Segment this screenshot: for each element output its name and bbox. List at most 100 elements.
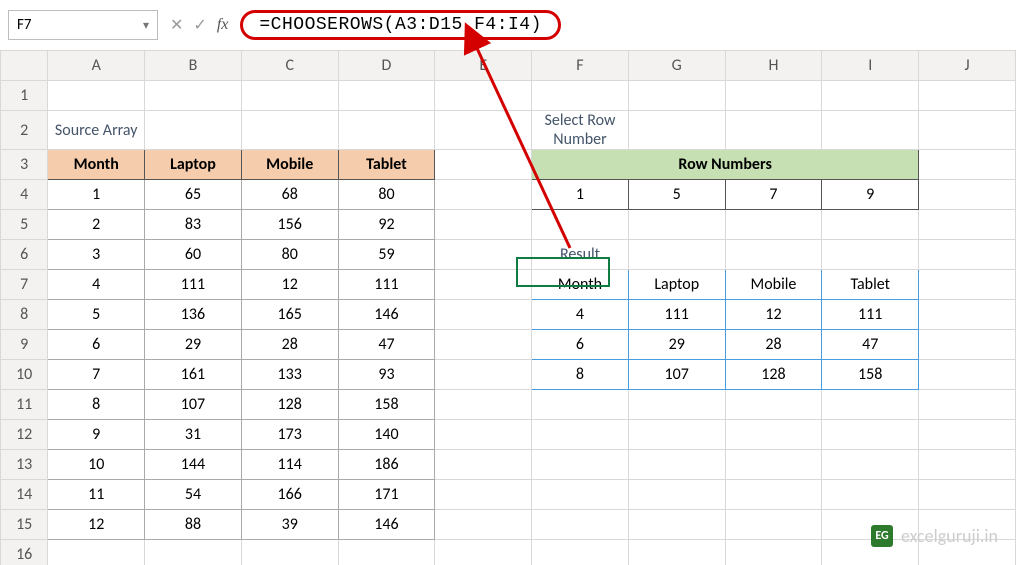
cell[interactable]: 29 bbox=[628, 330, 725, 360]
cell[interactable]: 39 bbox=[241, 510, 338, 540]
cell[interactable]: 11 bbox=[48, 480, 145, 510]
cell[interactable] bbox=[435, 180, 532, 210]
cell[interactable] bbox=[435, 450, 532, 480]
cell[interactable] bbox=[435, 540, 532, 565]
cell[interactable] bbox=[725, 480, 822, 510]
cell[interactable]: 156 bbox=[241, 210, 338, 240]
cell[interactable] bbox=[532, 450, 629, 480]
cell[interactable] bbox=[532, 210, 629, 240]
row-header[interactable]: 9 bbox=[1, 330, 48, 360]
cell[interactable] bbox=[725, 81, 822, 111]
cell[interactable]: 173 bbox=[241, 420, 338, 450]
cell[interactable]: 47 bbox=[338, 330, 435, 360]
cell[interactable] bbox=[628, 510, 725, 540]
cell[interactable]: 10 bbox=[48, 450, 145, 480]
cell[interactable]: 28 bbox=[241, 330, 338, 360]
cell[interactable] bbox=[48, 81, 145, 111]
row-header[interactable]: 8 bbox=[1, 300, 48, 330]
cell[interactable] bbox=[919, 480, 1016, 510]
cell[interactable] bbox=[338, 81, 435, 111]
cell[interactable] bbox=[532, 81, 629, 111]
cell[interactable] bbox=[628, 111, 725, 150]
cell[interactable] bbox=[725, 240, 822, 270]
cell[interactable]: 12 bbox=[48, 510, 145, 540]
cell[interactable]: 158 bbox=[338, 390, 435, 420]
chevron-down-icon[interactable]: ▾ bbox=[143, 18, 149, 33]
cell[interactable] bbox=[532, 480, 629, 510]
cell[interactable]: 80 bbox=[338, 180, 435, 210]
cell[interactable] bbox=[435, 420, 532, 450]
cell[interactable]: 7 bbox=[725, 180, 822, 210]
cell[interactable]: 186 bbox=[338, 450, 435, 480]
cell[interactable] bbox=[435, 510, 532, 540]
cell[interactable]: 4 bbox=[532, 300, 629, 330]
row-header[interactable]: 15 bbox=[1, 510, 48, 540]
cell[interactable]: 133 bbox=[241, 360, 338, 390]
formula-input[interactable]: =CHOOSEROWS(A3:D15,F4:I4) bbox=[240, 10, 561, 40]
cell[interactable] bbox=[822, 210, 919, 240]
accept-icon[interactable]: ✓ bbox=[193, 15, 206, 35]
cell[interactable] bbox=[628, 450, 725, 480]
col-header[interactable]: J bbox=[919, 51, 1016, 81]
cell[interactable]: 6 bbox=[48, 330, 145, 360]
cell[interactable]: 29 bbox=[145, 330, 242, 360]
row-header[interactable]: 4 bbox=[1, 180, 48, 210]
col-header[interactable]: D bbox=[338, 51, 435, 81]
cell[interactable]: 83 bbox=[145, 210, 242, 240]
cell[interactable] bbox=[628, 480, 725, 510]
cell[interactable]: 28 bbox=[725, 330, 822, 360]
cell[interactable]: 107 bbox=[628, 360, 725, 390]
cell[interactable]: 9 bbox=[48, 420, 145, 450]
cell[interactable]: 165 bbox=[241, 300, 338, 330]
cell[interactable]: 136 bbox=[145, 300, 242, 330]
cell[interactable]: 65 bbox=[145, 180, 242, 210]
cell[interactable] bbox=[919, 420, 1016, 450]
cell[interactable]: Result bbox=[532, 240, 629, 270]
col-header[interactable]: A bbox=[48, 51, 145, 81]
row-numbers-header[interactable]: Row Numbers bbox=[532, 150, 919, 180]
cell[interactable] bbox=[628, 390, 725, 420]
cell[interactable] bbox=[725, 450, 822, 480]
cell[interactable] bbox=[822, 81, 919, 111]
cell[interactable]: 171 bbox=[338, 480, 435, 510]
spreadsheet-grid[interactable]: A B C D E F G H I J 12Source ArraySelect… bbox=[0, 50, 1016, 565]
row-header[interactable]: 3 bbox=[1, 150, 48, 180]
col-header[interactable]: G bbox=[628, 51, 725, 81]
cell[interactable] bbox=[919, 111, 1016, 150]
cell[interactable] bbox=[145, 111, 242, 150]
row-header[interactable]: 11 bbox=[1, 390, 48, 420]
cell[interactable]: Laptop bbox=[145, 150, 242, 180]
cell[interactable]: 5 bbox=[628, 180, 725, 210]
cell[interactable] bbox=[338, 540, 435, 565]
cell[interactable] bbox=[725, 390, 822, 420]
cell[interactable] bbox=[628, 240, 725, 270]
cell[interactable]: Laptop bbox=[628, 270, 725, 300]
cell[interactable]: 12 bbox=[241, 270, 338, 300]
row-header[interactable]: 6 bbox=[1, 240, 48, 270]
row-header[interactable]: 13 bbox=[1, 450, 48, 480]
cell[interactable]: 8 bbox=[48, 390, 145, 420]
cell[interactable]: 140 bbox=[338, 420, 435, 450]
cell[interactable] bbox=[919, 210, 1016, 240]
row-header[interactable]: 14 bbox=[1, 480, 48, 510]
cell[interactable] bbox=[48, 540, 145, 565]
cell[interactable]: 8 bbox=[532, 360, 629, 390]
name-box[interactable]: F7 ▾ bbox=[8, 10, 158, 40]
cell[interactable] bbox=[919, 300, 1016, 330]
cell[interactable] bbox=[435, 240, 532, 270]
cell[interactable] bbox=[919, 240, 1016, 270]
cell[interactable] bbox=[338, 111, 435, 150]
row-header[interactable]: 5 bbox=[1, 210, 48, 240]
cell[interactable]: 128 bbox=[725, 360, 822, 390]
cell[interactable] bbox=[919, 150, 1016, 180]
cell[interactable] bbox=[241, 81, 338, 111]
cell[interactable] bbox=[919, 360, 1016, 390]
col-header[interactable]: I bbox=[822, 51, 919, 81]
cell[interactable]: 111 bbox=[338, 270, 435, 300]
col-header[interactable]: E bbox=[435, 51, 532, 81]
cell[interactable]: 128 bbox=[241, 390, 338, 420]
cell[interactable]: Mobile bbox=[241, 150, 338, 180]
cancel-icon[interactable]: ✕ bbox=[170, 15, 183, 35]
cell[interactable] bbox=[532, 420, 629, 450]
cell[interactable] bbox=[919, 270, 1016, 300]
